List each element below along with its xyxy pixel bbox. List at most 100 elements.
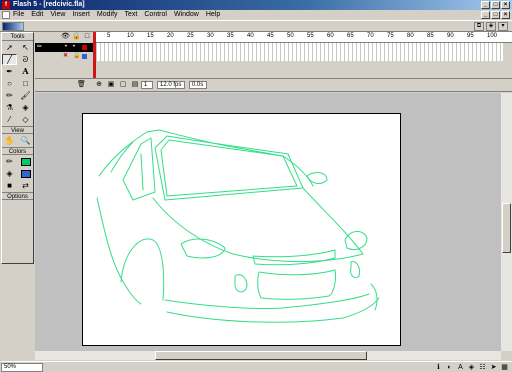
swap-colors-icon[interactable]: ⇄ <box>18 180 33 191</box>
ruler-tick-label: 85 <box>427 33 434 39</box>
line-tool-icon[interactable]: ╱ <box>2 54 17 65</box>
layer-outline-color[interactable] <box>82 45 87 50</box>
stroke-swatch[interactable] <box>20 157 31 166</box>
launcher-actions-icon[interactable]: ➤ <box>489 363 498 372</box>
ruler-tick-label: 35 <box>227 33 234 39</box>
eyedropper-tool-icon[interactable]: ⁄ <box>2 114 17 125</box>
zoom-field[interactable]: 50% <box>1 363 43 372</box>
doc-restore-button[interactable]: □ <box>491 11 500 19</box>
text-tool-icon[interactable]: A <box>18 66 33 77</box>
vertical-scroll-thumb[interactable] <box>502 203 511 253</box>
body-side <box>96 197 142 305</box>
layer-lock-dot[interactable]: • <box>73 43 75 52</box>
pen-tool-icon[interactable]: ✒ <box>2 66 17 77</box>
lasso-tool-icon[interactable]: ᘐ <box>18 54 33 65</box>
minimize-button[interactable]: _ <box>481 1 490 9</box>
layer-row-1[interactable]: ✏ • • <box>35 43 93 52</box>
pencil-tool-icon[interactable]: ✏ <box>2 90 17 101</box>
vertical-scrollbar[interactable] <box>501 93 512 351</box>
paint-bucket-tool-icon[interactable]: ◈ <box>18 102 33 113</box>
main-toolbar: ⧉ ◈ ▾ <box>0 20 512 32</box>
launcher-mixer-icon[interactable]: ◐ <box>445 363 454 372</box>
layer-row-2[interactable]: ✕ 🔒 <box>35 52 93 61</box>
menu-file[interactable]: File <box>13 10 24 20</box>
default-colors-icon[interactable]: ■ <box>2 180 17 191</box>
layer-pencil-icon: ✏ <box>37 44 43 50</box>
launcher-info-icon[interactable]: ℹ <box>434 363 443 372</box>
menu-help[interactable]: Help <box>206 10 220 20</box>
layer-visible-dot[interactable]: • <box>65 43 67 52</box>
ruler-tick-label: 25 <box>187 33 194 39</box>
ruler-tick-label: 75 <box>387 33 394 39</box>
hand-tool-icon[interactable]: ✋ <box>2 135 17 146</box>
status-bar: 50% ℹ ◐ A ◈ ☷ ➤ ▦ <box>0 361 512 372</box>
edit-multiple-icon[interactable]: ▤ <box>131 81 139 89</box>
close-button[interactable]: × <box>501 1 510 9</box>
menu-modify[interactable]: Modify <box>97 10 118 20</box>
center-frame-icon[interactable]: ⊕ <box>95 81 103 89</box>
ruler-tick-label: 65 <box>347 33 354 39</box>
maximize-button[interactable]: □ <box>491 1 500 9</box>
ruler-tick-label: 40 <box>247 33 254 39</box>
eraser-tool-icon[interactable]: ◇ <box>18 114 33 125</box>
lock-icon[interactable]: 🔒 <box>72 33 81 41</box>
document-icon[interactable] <box>2 11 10 19</box>
intake <box>257 269 336 300</box>
timeline-panel: 👁 🔒 □ 5 10 15 20 25 30 35 40 45 50 55 60 65 70 75 80 85 9… <box>35 32 512 92</box>
doc-close-button[interactable]: × <box>501 11 510 19</box>
frame-rate: 12.0 fps <box>157 81 185 89</box>
flash-app-icon: f <box>2 1 10 9</box>
colors-header: Colors <box>2 147 33 155</box>
zoom-control-icon[interactable]: ▾ <box>498 22 508 31</box>
timeline-footer: 🗑 ⊕ ▣ ▢ ▤ 1 12.0 fps 0.0s <box>35 78 512 90</box>
layer2-outline-color[interactable] <box>82 54 87 59</box>
horizontal-scroll-thumb[interactable] <box>155 351 367 360</box>
menu-edit[interactable]: Edit <box>31 10 43 20</box>
grille <box>252 249 336 266</box>
doc-minimize-button[interactable]: _ <box>481 11 490 19</box>
brush-tool-icon[interactable]: 🖌 <box>18 90 33 101</box>
layer-lock-icon[interactable]: 🔒 <box>73 52 80 61</box>
launcher-library-icon[interactable]: ▦ <box>500 363 509 372</box>
edit-scene-icon[interactable]: ⧉ <box>474 22 484 31</box>
launcher-instance-icon[interactable]: ◈ <box>467 363 476 372</box>
ruler-tick-label: 30 <box>207 33 214 39</box>
stage-canvas[interactable] <box>82 113 401 346</box>
onion-outline-icon[interactable]: ▢ <box>119 81 127 89</box>
ink-bottle-tool-icon[interactable]: ⚗ <box>2 102 17 113</box>
menu-control[interactable]: Control <box>144 10 167 20</box>
fill-bucket-icon: ◈ <box>6 169 13 178</box>
show-hide-icon[interactable]: 👁 <box>61 33 70 41</box>
menu-insert[interactable]: Insert <box>72 10 90 20</box>
delete-layer-icon[interactable]: 🗑 <box>77 81 86 89</box>
onion-skin-icon[interactable]: ▣ <box>107 81 115 89</box>
ruler-tick-label: 5 <box>107 33 111 39</box>
horizontal-scrollbar[interactable] <box>35 351 501 360</box>
window-title: Flash 5 - [redcivic.fla] <box>13 1 85 8</box>
launcher-character-icon[interactable]: A <box>456 363 465 372</box>
layer-hidden-icon[interactable]: ✕ <box>63 52 68 61</box>
frame-ruler[interactable]: 5 10 15 20 25 30 35 40 45 50 55 60 65 70 75 80 85 90 95 100 <box>93 32 512 43</box>
fill-color-swatch[interactable] <box>18 168 33 179</box>
frame-grid[interactable] <box>93 43 503 61</box>
outline-icon[interactable]: □ <box>83 33 91 41</box>
menu-text[interactable]: Text <box>125 10 138 20</box>
bumper-lower <box>166 297 380 323</box>
view-header: View <box>2 126 33 134</box>
oval-tool-icon[interactable]: ○ <box>2 78 17 89</box>
launcher-movie-explorer-icon[interactable]: ☷ <box>478 363 487 372</box>
menu-window[interactable]: Window <box>174 10 199 20</box>
scene-button[interactable] <box>2 22 24 31</box>
rectangle-tool-icon[interactable]: □ <box>18 78 33 89</box>
ruler-tick-label: 60 <box>327 33 334 39</box>
ruler-tick-label: 100 <box>487 33 498 39</box>
zoom-tool-icon[interactable]: 🔍 <box>18 135 33 146</box>
ruler-tick-label: 20 <box>167 33 174 39</box>
stroke-color-swatch[interactable] <box>18 156 33 167</box>
subselect-tool-icon[interactable]: ↖ <box>18 42 33 53</box>
playhead[interactable] <box>93 32 96 78</box>
menu-view[interactable]: View <box>50 10 65 20</box>
arrow-tool-icon[interactable]: ➚ <box>2 42 17 53</box>
edit-symbols-icon[interactable]: ◈ <box>486 22 496 31</box>
fill-swatch[interactable] <box>20 169 31 178</box>
